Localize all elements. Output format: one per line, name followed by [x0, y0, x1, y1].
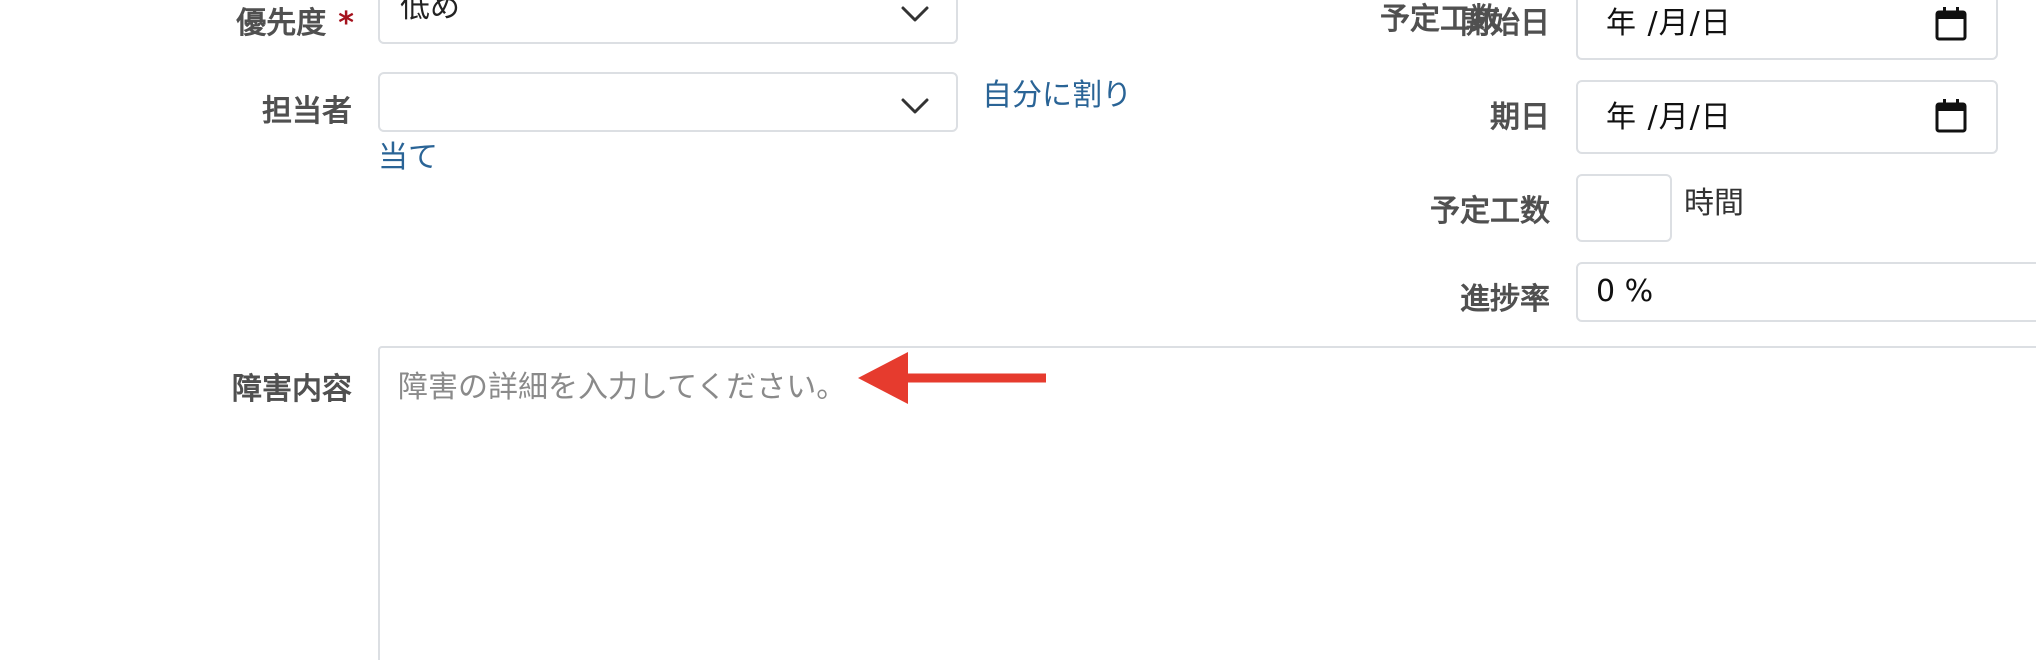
due-date-value: 年 /月/日: [1606, 100, 1732, 135]
priority-select[interactable]: 低め: [378, 0, 958, 44]
done-ratio-value: 0 %: [1596, 274, 1654, 309]
start-date-input[interactable]: 年 /月/日: [1576, 0, 1998, 60]
priority-select-value: 低め: [400, 0, 460, 25]
done-ratio-select[interactable]: 0 %: [1576, 262, 2036, 322]
calendar-icon[interactable]: [1934, 98, 1968, 134]
done-ratio-label: 進捗率: [1460, 282, 1550, 317]
description-label: 障害内容: [232, 372, 352, 407]
due-date-input[interactable]: 年 /月/日: [1576, 80, 1998, 154]
estimated-time-unit: 時間: [1684, 186, 1744, 221]
start-date-value: 年 /月/日: [1606, 6, 1732, 41]
annotation-arrow-icon: [858, 352, 1046, 404]
description-textarea[interactable]: [378, 346, 2036, 660]
chevron-down-icon: [901, 6, 929, 22]
assignee-label: 担当者: [262, 94, 352, 129]
assignee-select[interactable]: [378, 72, 958, 132]
estimated-time-label: 予定工数: [1380, 2, 1500, 37]
required-mark: *: [338, 6, 354, 41]
assign-to-me-link-line2[interactable]: 当て: [378, 138, 438, 178]
assign-to-me-link-line1[interactable]: 自分に割り: [982, 76, 1132, 116]
priority-label-text: 優先度: [236, 6, 327, 41]
estimated-time-input[interactable]: [1576, 174, 1672, 242]
issue-form: 優先度 * 低め 担当者 自分に割り 当て 開始日 年 /月/日 期日 年 /月/…: [0, 0, 2036, 660]
chevron-down-icon: [901, 98, 929, 114]
estimated-time-label: 予定工数: [1430, 194, 1550, 229]
calendar-icon[interactable]: [1934, 6, 1968, 42]
priority-label: 優先度 *: [200, 4, 354, 44]
due-date-label: 期日: [1490, 100, 1550, 135]
